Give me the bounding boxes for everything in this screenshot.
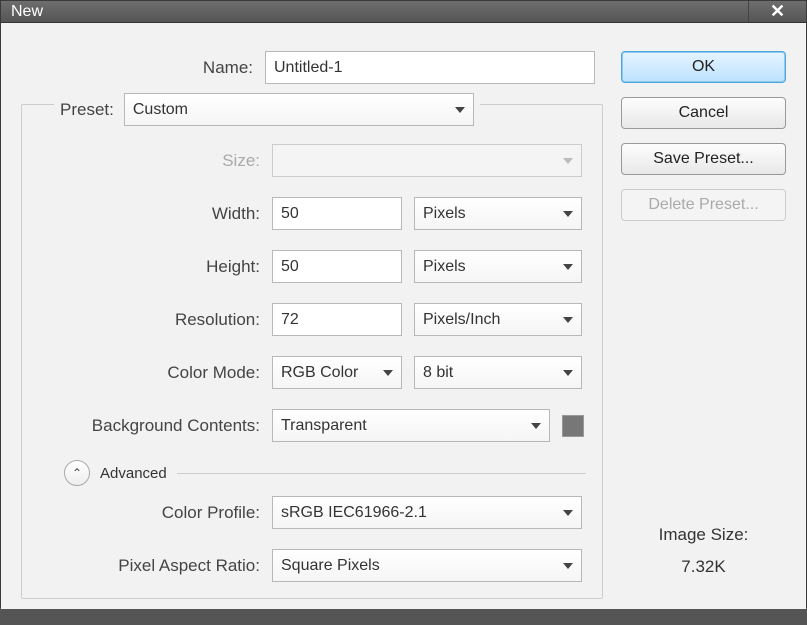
name-input[interactable] bbox=[265, 51, 595, 84]
width-input[interactable] bbox=[272, 197, 402, 230]
divider bbox=[177, 473, 586, 474]
color-mode-value: RGB Color bbox=[281, 364, 358, 382]
background-value: Transparent bbox=[281, 417, 367, 435]
size-label: Size: bbox=[28, 151, 272, 171]
image-size-label: Image Size: bbox=[621, 525, 786, 545]
advanced-toggle[interactable]: ⌃ bbox=[64, 460, 90, 486]
save-preset-button[interactable]: Save Preset... bbox=[621, 143, 786, 175]
preset-label: Preset: bbox=[60, 100, 124, 120]
chevron-down-icon bbox=[563, 158, 573, 164]
resolution-unit-select[interactable]: Pixels/Inch bbox=[414, 303, 582, 336]
pixel-aspect-value: Square Pixels bbox=[281, 557, 380, 575]
chevron-down-icon bbox=[563, 264, 573, 270]
chevron-down-icon bbox=[455, 107, 465, 113]
resolution-input[interactable] bbox=[272, 303, 402, 336]
resolution-unit-value: Pixels/Inch bbox=[423, 311, 500, 329]
chevron-down-icon bbox=[563, 370, 573, 376]
preset-value: Custom bbox=[133, 101, 188, 119]
image-size-value: 7.32K bbox=[621, 557, 786, 577]
height-unit-value: Pixels bbox=[423, 258, 466, 276]
width-unit-value: Pixels bbox=[423, 205, 466, 223]
main-column: Name: Preset: Custom Size: bbox=[21, 51, 603, 599]
color-profile-value: sRGB IEC61966-2.1 bbox=[281, 504, 427, 522]
advanced-label: Advanced bbox=[100, 465, 167, 482]
chevron-down-icon bbox=[563, 563, 573, 569]
background-select[interactable]: Transparent bbox=[272, 409, 550, 442]
new-document-dialog: New ✕ Name: Preset: Custom bbox=[0, 0, 807, 608]
name-label: Name: bbox=[21, 58, 265, 78]
chevron-down-icon bbox=[531, 423, 541, 429]
color-profile-label: Color Profile: bbox=[28, 503, 272, 523]
chevron-down-icon bbox=[383, 370, 393, 376]
close-icon: ✕ bbox=[770, 1, 785, 22]
chevron-down-icon bbox=[563, 510, 573, 516]
color-profile-select[interactable]: sRGB IEC61966-2.1 bbox=[272, 496, 582, 529]
titlebar: New ✕ bbox=[1, 1, 806, 23]
height-label: Height: bbox=[28, 257, 272, 277]
height-unit-select[interactable]: Pixels bbox=[414, 250, 582, 283]
color-mode-select[interactable]: RGB Color bbox=[272, 356, 402, 389]
cancel-button[interactable]: Cancel bbox=[621, 97, 786, 129]
chevron-down-icon bbox=[563, 317, 573, 323]
background-label: Background Contents: bbox=[28, 416, 272, 436]
pixel-aspect-select[interactable]: Square Pixels bbox=[272, 549, 582, 582]
size-select bbox=[272, 144, 582, 177]
resolution-label: Resolution: bbox=[28, 310, 272, 330]
preset-select[interactable]: Custom bbox=[124, 93, 474, 126]
pixel-aspect-label: Pixel Aspect Ratio: bbox=[28, 556, 272, 576]
chevron-up-icon: ⌃ bbox=[72, 466, 82, 480]
close-button[interactable]: ✕ bbox=[748, 1, 806, 22]
background-color-swatch[interactable] bbox=[562, 415, 584, 437]
dialog-body: Name: Preset: Custom Size: bbox=[1, 23, 806, 609]
width-label: Width: bbox=[28, 204, 272, 224]
delete-preset-button: Delete Preset... bbox=[621, 189, 786, 221]
chevron-down-icon bbox=[563, 211, 573, 217]
side-column: OK Cancel Save Preset... Delete Preset..… bbox=[621, 51, 786, 599]
image-size-info: Image Size: 7.32K bbox=[621, 525, 786, 577]
height-input[interactable] bbox=[272, 250, 402, 283]
preset-group: Preset: Custom Size: bbox=[21, 104, 603, 599]
window-title: New bbox=[11, 3, 43, 21]
color-mode-label: Color Mode: bbox=[28, 363, 272, 383]
bit-depth-select[interactable]: 8 bit bbox=[414, 356, 582, 389]
ok-button[interactable]: OK bbox=[621, 51, 786, 83]
width-unit-select[interactable]: Pixels bbox=[414, 197, 582, 230]
bit-depth-value: 8 bit bbox=[423, 364, 453, 382]
